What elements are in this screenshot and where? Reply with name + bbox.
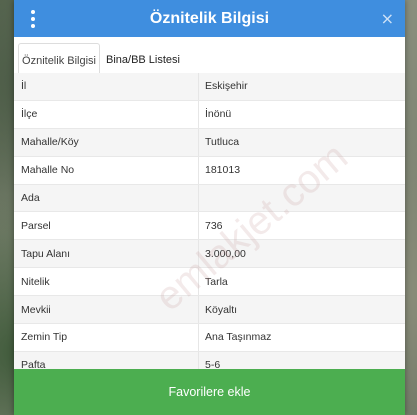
row-label: Mahalle No <box>21 164 75 177</box>
attribute-table: İl Eskişehir İlçe İnönü Mahalle/Köy Tutluca… <box>14 73 405 380</box>
row-value: İnönü <box>198 100 405 128</box>
row-value: 181013 <box>198 156 405 184</box>
panel-title: Öznitelik Bilgisi <box>149 9 270 27</box>
table-row: Mahalle No 181013 <box>14 156 405 185</box>
table-row: Nitelik Tarla <box>14 268 405 297</box>
table-row: Ada <box>14 184 405 213</box>
panel-header: Öznitelik Bilgisi × <box>14 0 405 37</box>
tab-bar: Öznitelik Bilgisi Bina/BB Listesi <box>14 37 405 78</box>
table-row: Mahalle/Köy Tutluca <box>14 128 405 157</box>
row-label: İl <box>21 80 27 93</box>
row-label: Ada <box>21 192 40 204</box>
row-label: Zemin Tip <box>21 331 68 344</box>
attribute-info-panel: Öznitelik Bilgisi × Öznitelik Bilgisi Bi… <box>14 0 405 415</box>
row-label: Tapu Alanı <box>21 247 71 260</box>
row-label: Nitelik <box>21 275 50 288</box>
table-row: İl Eskişehir <box>14 73 405 101</box>
table-row: Tapu Alanı 3.000,00 <box>14 240 405 269</box>
row-label: Parsel <box>21 219 51 232</box>
row-label: İlçe <box>21 108 38 121</box>
table-row: Zemin Tip Ana Taşınmaz <box>14 324 405 352</box>
row-value: 3.000,00 <box>198 240 405 268</box>
row-label: Mahalle/Köy <box>21 136 79 149</box>
row-value <box>198 184 405 212</box>
kebab-menu-icon[interactable] <box>26 10 40 28</box>
row-value: 736 <box>198 212 405 240</box>
row-label: Mevkii <box>21 303 51 316</box>
table-row: Parsel 736 <box>14 212 405 241</box>
tab-building-list[interactable]: Bina/BB Listesi <box>106 43 180 76</box>
close-icon[interactable]: × <box>381 9 394 28</box>
row-value: Köyaltı <box>198 296 405 324</box>
table-row: İlçe İnönü <box>14 100 405 129</box>
row-value: Tarla <box>198 268 405 296</box>
table-row: Mevkii Köyaltı <box>14 296 405 325</box>
row-value: Tutluca <box>198 128 405 156</box>
row-value: Eskişehir <box>198 73 405 100</box>
row-value: Ana Taşınmaz <box>198 324 405 351</box>
add-favorite-button[interactable]: Favorilere ekle <box>14 369 405 415</box>
